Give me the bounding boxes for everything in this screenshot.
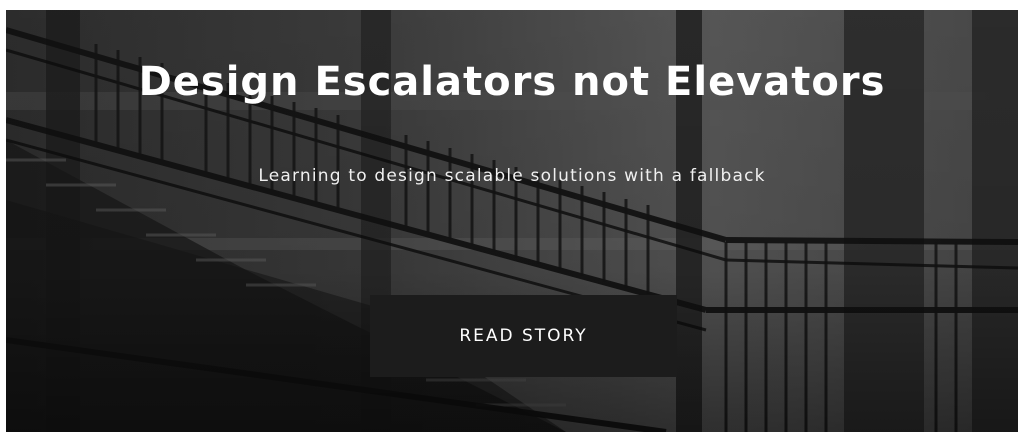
read-story-button[interactable]: READ STORY (370, 295, 677, 377)
hero-title: Design Escalators not Elevators (138, 59, 886, 105)
hero-subtitle: Learning to design scalable solutions wi… (258, 166, 766, 186)
hero-banner: Design Escalators not Elevators Learning… (6, 10, 1018, 432)
